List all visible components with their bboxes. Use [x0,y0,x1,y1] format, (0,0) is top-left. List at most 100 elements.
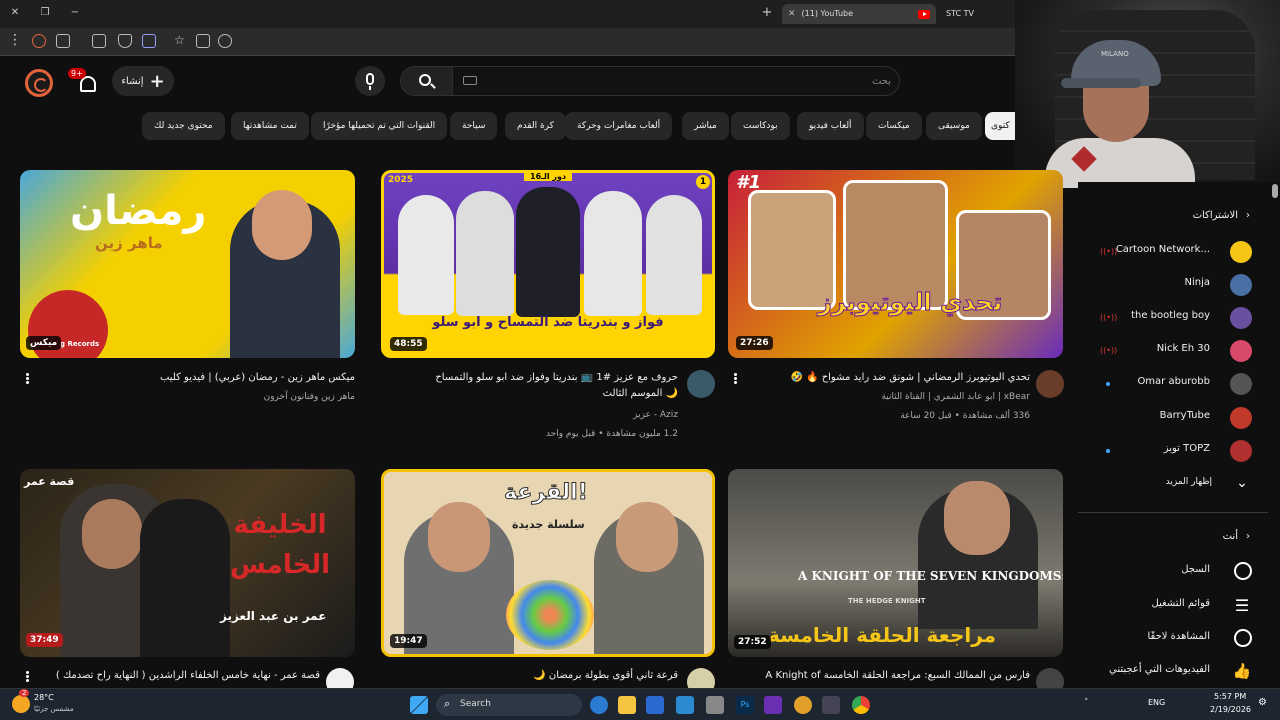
extension-icon[interactable] [56,34,70,48]
video-thumbnail[interactable]: A KNIGHT OF THE SEVEN KINGDOMS: THE HEDG… [728,469,1063,657]
tab-stctv[interactable]: STC TV [940,4,1010,24]
keyboard-icon[interactable] [463,76,477,85]
video-thumbnail[interactable]: #1 تحدي اليوتيوبرز 27:26 [728,170,1063,358]
you-heading[interactable]: ‹أنت [1200,531,1250,542]
more-options-icon[interactable] [732,372,738,386]
zoom-icon[interactable] [218,34,232,48]
windows-start-icon[interactable] [410,696,428,714]
mail-icon[interactable] [676,696,694,714]
widget-badge: 2 [19,689,30,697]
subscriptions-heading[interactable]: ‹الاشتراكات [1180,210,1250,221]
video-title[interactable]: قرعة ثاني أقوى بطولة برمضان 🌙 [390,668,678,684]
channel-name[interactable]: Aziz - عزيز [390,407,678,423]
app-icon[interactable] [794,696,812,714]
thumb-badge: دور الـ16 [524,173,573,181]
thumb-overlay-subtext: ماهر زين [95,234,163,252]
video-thumbnail[interactable]: دور الـ16 2025 1 فواز و بندريتا ضد التمس… [381,170,715,358]
search-input[interactable] [461,72,891,90]
show-more-button[interactable]: إظهار المزيد ⌄ [1078,471,1268,499]
sidebar-item-watch-later[interactable]: المشاهدة لاحقًا [1078,625,1268,653]
premiere-icon[interactable] [764,696,782,714]
search-button[interactable] [401,67,453,95]
channel-avatar[interactable] [687,370,715,398]
close-tab-icon[interactable]: ✕ [788,4,796,24]
chrome-icon[interactable] [852,696,870,714]
video-title[interactable]: ميكس ماهر زين - رمضان (عربي) | فيديو كلي… [40,370,355,386]
more-options-icon[interactable] [24,372,30,386]
sidebar-item-subscription[interactable]: ((•)) Cartoon Network... [1078,238,1268,266]
thumb-rank: #1 [736,172,762,193]
tray-chevron-icon[interactable]: ˄ [1084,698,1089,708]
menu-icon[interactable]: ⋮ [8,32,22,48]
video-title[interactable]: حروف مع عزيز #1 📺 بندريتا وفواز ضد ابو س… [390,370,678,386]
calculator-icon[interactable] [706,696,724,714]
sidebar-item-subscription[interactable]: BarryTube [1078,404,1268,432]
close-window-icon[interactable]: ✕ [8,6,22,20]
tab-youtube[interactable]: ✕ (11) YouTube [782,4,936,24]
sidebar-item-subscription[interactable]: ((•)) the bootleg boy [1078,304,1268,332]
chip[interactable]: بودكاست [731,112,790,140]
channel-avatar[interactable] [1036,370,1064,398]
share-icon[interactable] [196,34,210,48]
chip[interactable]: ألعاب مغامرات وحركة [565,112,673,140]
video-thumbnail[interactable]: القرعة! سلسلة جديدة 19:47 [381,469,715,657]
channel-name[interactable]: xBear | ابو عابد الشمري | القناة الثانية [760,389,1030,405]
clock-time[interactable]: 5:57 PM [1214,692,1246,701]
restore-window-icon[interactable]: ❐ [38,6,52,20]
history-icon [1234,562,1252,580]
app-icon[interactable] [822,696,840,714]
video-thumbnail[interactable]: رمضان ماهر زين g Records ميكس [20,170,355,358]
sidebar-item-history[interactable]: السجل [1078,558,1268,586]
channel-name[interactable]: ماهر زين وفنانون آخرون [40,389,355,405]
clock-date[interactable]: 2/19/2026 [1210,705,1251,714]
thumb-year: 2025 [388,175,414,185]
voice-search-button[interactable] [355,66,385,96]
notifications-button[interactable]: 9+ [68,68,102,96]
chip-selected[interactable]: كتوى [985,112,1015,140]
language-indicator[interactable]: ENG [1148,698,1165,707]
sidebar-item-liked[interactable]: الفيديوهات التي أعجبتني 👍 [1078,658,1268,686]
sidebar-item-subscription[interactable]: ((•)) Nick Eh 30 [1078,337,1268,365]
channel-avatar [1230,307,1252,329]
store-icon[interactable] [646,696,664,714]
taskbar-search[interactable]: ⌕ Search [436,694,582,716]
weather-icon[interactable] [12,695,30,713]
video-meta: 336 ألف مشاهدة • قبل 20 ساعة [900,411,1030,421]
chip[interactable]: كرة القدم [505,112,566,140]
sidebar-item-subscription[interactable]: توبز TOPZ [1078,437,1268,465]
chip[interactable]: موسيقى [926,112,982,140]
video-title[interactable]: فارس من الممالك السبع: مراجعة الحلقة الخ… [740,668,1030,684]
video-thumbnail[interactable]: الخليفة الخامس عمر بن عبد العزيز قصة عمر… [20,469,355,657]
chip[interactable]: سياحة [450,112,498,140]
sidebar-item-playlists[interactable]: قوائم التشغيل ☰ [1078,592,1268,620]
star-icon[interactable]: ☆ [174,34,188,48]
chip[interactable]: مباشر [682,112,729,140]
video-title[interactable]: تحدي اليوتيوبرز الرمضاني | شونق ضد رايد … [760,370,1030,386]
file-explorer-icon[interactable] [618,696,636,714]
extension-icon[interactable] [142,34,156,48]
more-options-icon[interactable] [24,670,30,684]
extensions-puzzle-icon[interactable] [92,34,106,48]
new-tab-button[interactable]: + [760,6,774,20]
sidebar-scrollbar[interactable] [1272,184,1278,198]
edge-icon[interactable] [590,696,608,714]
chip[interactable]: تمت مشاهدتها [231,112,309,140]
video-title-line2[interactable]: 🌙 الموسم الثالث [390,386,678,402]
video-title[interactable]: قصة عمر - نهاية خامس الخلفاء الراشدين ( … [30,668,320,684]
shield-icon[interactable] [118,34,132,48]
create-button[interactable]: إنشاء + [112,66,174,96]
thumb-person [584,191,642,316]
photoshop-icon[interactable]: Ps [736,696,754,714]
chip[interactable]: محتوى جديد لك [142,112,225,140]
extension-icon[interactable] [32,34,46,48]
sidebar-item-subscription[interactable]: Ninja [1078,271,1268,299]
notifications-icon[interactable]: ⚙ [1258,697,1267,708]
chip[interactable]: ألعاب فيديو [797,112,864,140]
channel-avatar-icon[interactable] [25,69,53,97]
chip[interactable]: ميكسات [866,112,922,140]
sidebar-item-subscription[interactable]: Omar aburobb [1078,370,1268,398]
live-icon: ((•)) [1100,313,1118,322]
thumb-show-title: A KNIGHT OF THE SEVEN KINGDOMS: [798,569,1063,583]
chip[interactable]: القنوات التي تم تحميلها مؤخرًا [311,112,448,140]
minimize-window-icon[interactable]: − [68,6,82,20]
